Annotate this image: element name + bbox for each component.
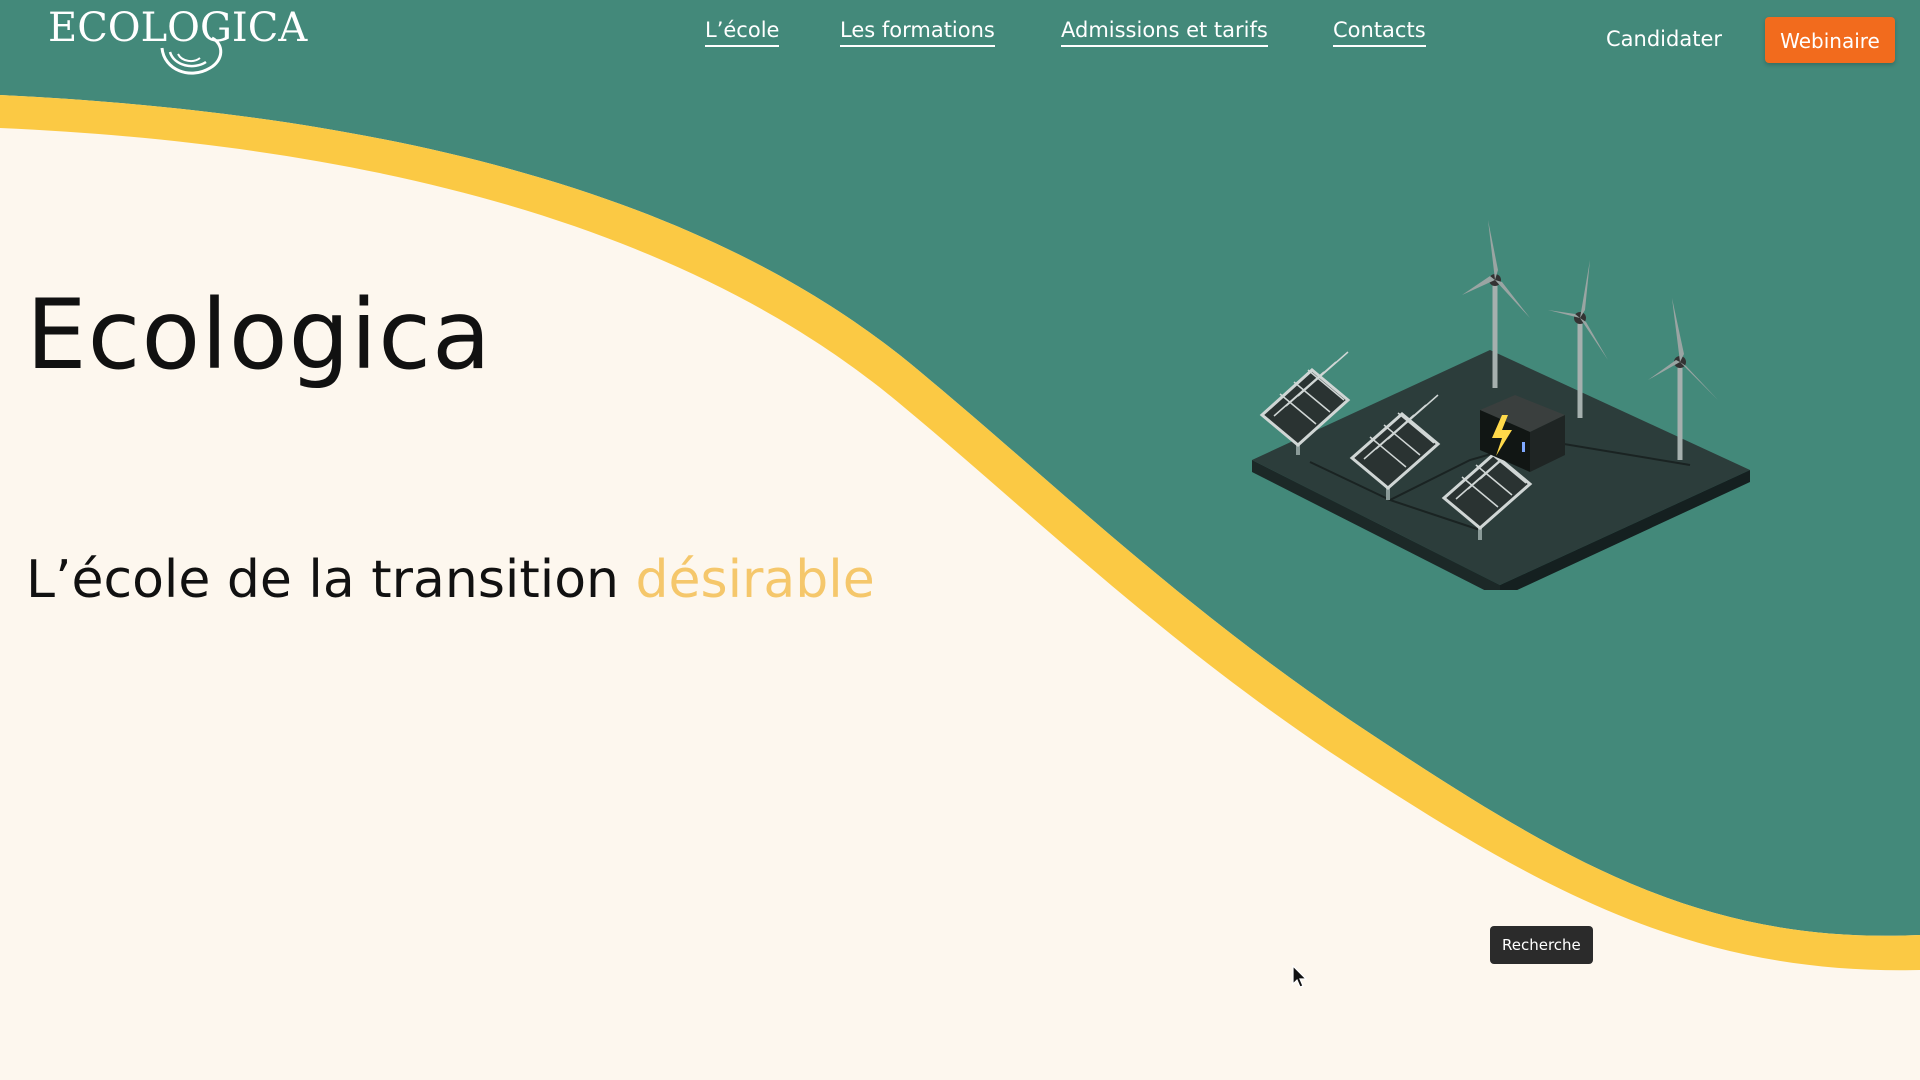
nav-link-formations[interactable]: Les formations [840, 16, 995, 47]
candidater-link[interactable]: Candidater [1606, 25, 1722, 53]
mouse-cursor-icon [1292, 965, 1308, 988]
logo-swirl-icon [160, 36, 223, 75]
hero-subtitle-text: L’école de la transition [26, 550, 636, 610]
nav-link-admissions[interactable]: Admissions et tarifs [1061, 16, 1268, 47]
hero-title: Ecologica [26, 279, 492, 391]
hero-subtitle-accent: désirable [635, 550, 875, 610]
page: ECOLOGICA L’école Les formations Admissi… [0, 0, 1920, 1080]
hero-subtitle: L’école de la transition désirable [26, 548, 875, 612]
nav-link-contacts[interactable]: Contacts [1333, 16, 1426, 47]
logo[interactable]: ECOLOGICA [24, 0, 307, 82]
nav-link-ecole[interactable]: L’école [705, 16, 780, 47]
search-tooltip: Recherche [1490, 926, 1593, 964]
webinaire-button[interactable]: Webinaire [1765, 17, 1895, 63]
renewable-energy-illustration [1252, 220, 1750, 590]
